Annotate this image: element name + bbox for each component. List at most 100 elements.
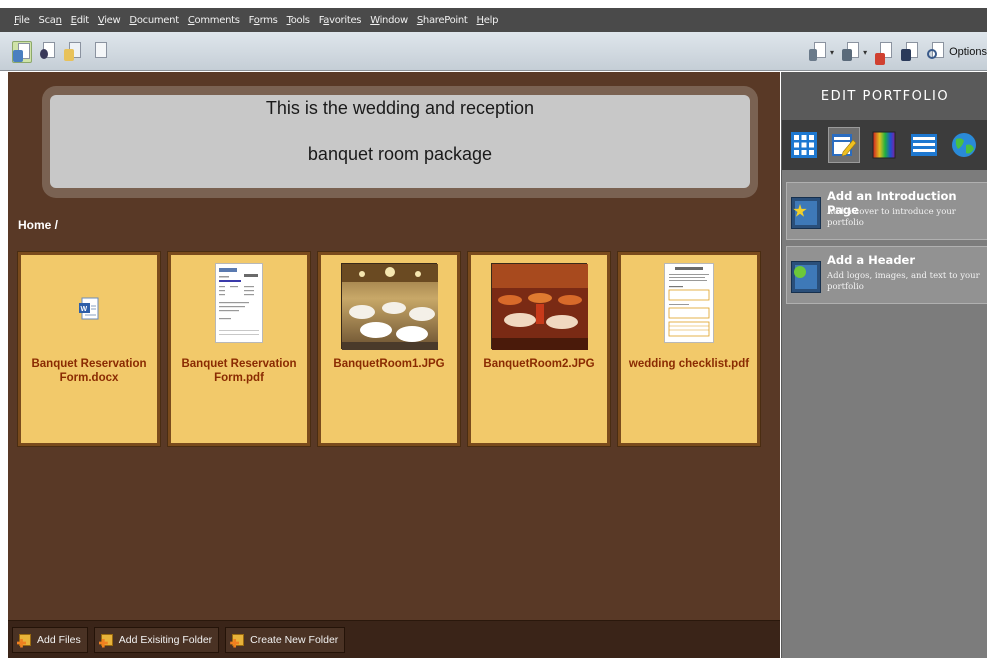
file-name: BanquetRoom2.JPG	[475, 357, 603, 371]
combine-files-icon[interactable]	[809, 41, 829, 63]
details-list-icon	[911, 134, 937, 156]
menu-tools[interactable]: Tools	[287, 15, 310, 26]
menu-forms[interactable]: Forms	[249, 15, 278, 26]
publish-tab-icon[interactable]	[948, 127, 980, 163]
file-name-line1: BanquetRoom1.JPG	[333, 358, 445, 370]
overlay-shape	[842, 49, 853, 61]
page-shape	[95, 42, 107, 58]
add-files-icon	[17, 632, 33, 648]
file-card[interactable]: W Banquet Reservation Form.docx	[17, 251, 161, 447]
checklist-pdf-preview	[664, 263, 714, 343]
intro-page-icon	[791, 197, 821, 229]
add-existing-folder-label: Add Exisiting Folder	[118, 633, 213, 646]
menu-edit[interactable]: Edit	[71, 15, 89, 26]
file-name: wedding checklist.pdf	[625, 357, 753, 371]
chevron-down-icon[interactable]: ▾	[863, 48, 867, 57]
menu-scan[interactable]: Scan	[39, 15, 62, 26]
file-name: Banquet Reservation Form.pdf	[175, 357, 303, 385]
file-name-line2: Form.docx	[59, 372, 119, 384]
print-icon[interactable]	[842, 41, 862, 63]
color-palette-icon	[872, 131, 896, 159]
menu-help[interactable]: Help	[477, 15, 499, 26]
menu-bar: File Scan Edit View Document Comments Fo…	[0, 8, 987, 32]
create-new-folder-label: Create New Folder	[250, 633, 339, 646]
green-dot-icon	[794, 266, 806, 278]
file-name-line1: Banquet Reservation	[181, 358, 297, 370]
edit-page-icon	[832, 134, 857, 157]
layouts-tab-icon[interactable]	[788, 127, 820, 163]
portfolio-content-area: This is the wedding and reception banque…	[8, 72, 780, 658]
portfolio-people-icon[interactable]	[38, 41, 58, 63]
menu-favorites[interactable]: Favorites	[319, 15, 362, 26]
breadcrumb[interactable]: Home /	[18, 218, 58, 232]
menu-view[interactable]: View	[98, 15, 121, 26]
menu-document[interactable]: Document	[129, 15, 179, 26]
grid-icon	[791, 132, 817, 158]
file-card[interactable]: BanquetRoom1.JPG	[317, 251, 461, 447]
item-title: Add a Header	[827, 253, 916, 267]
add-folder-icon	[98, 632, 115, 648]
word-document-icon: W	[79, 297, 99, 320]
search-binoculars-icon[interactable]	[901, 41, 921, 63]
overlay-shape	[64, 49, 74, 61]
globe-icon	[952, 133, 976, 157]
portfolio-pages-icon[interactable]	[64, 41, 84, 63]
overlay-shape	[40, 49, 48, 59]
create-new-folder-button[interactable]: Create New Folder	[225, 626, 346, 653]
item-description: Add logos, images, and text to your port…	[827, 271, 980, 292]
overlay-shape	[875, 53, 886, 65]
menu-sharepoint[interactable]: SharePoint	[417, 15, 468, 26]
file-card[interactable]: Banquet Reservation Form.pdf	[167, 251, 311, 447]
file-card[interactable]: BanquetRoom2.JPG	[467, 251, 611, 447]
banquet-room-photo-2-image	[492, 264, 588, 350]
pdf-form-preview-image	[219, 268, 259, 335]
panel-title: EDIT PORTFOLIO	[782, 72, 987, 120]
toolbar-right-group: ▾ ▾ Options	[809, 41, 987, 65]
file-name-line1: BanquetRoom2.JPG	[483, 358, 595, 370]
add-introduction-page-item[interactable]: Add an Introduction Page Add a cover to …	[786, 182, 987, 240]
menu-window[interactable]: Window	[370, 15, 408, 26]
pdf-form-preview	[215, 263, 263, 343]
window-left-edge	[0, 72, 8, 658]
window-top-edge	[0, 0, 987, 8]
portfolio-blank-icon[interactable]	[90, 41, 110, 63]
file-card[interactable]: wedding checklist.pdf	[617, 251, 761, 447]
bottom-action-bar: Add Files Add Exisiting Folder Create Ne…	[8, 620, 780, 658]
banner-text-line2: banquet room package	[307, 144, 493, 164]
add-files-button[interactable]: Add Files	[12, 626, 88, 653]
add-existing-folder-button[interactable]: Add Exisiting Folder	[93, 626, 220, 653]
file-name: Banquet Reservation Form.docx	[25, 357, 153, 385]
edit-portfolio-panel: EDIT PORTFOLIO Add an Introduction Page …	[781, 72, 987, 658]
panel-tabs	[782, 120, 987, 170]
banquet-room-photo-2	[491, 263, 588, 350]
toolbar: ▾ ▾ Options	[0, 32, 987, 71]
banner-text: This is the wedding and reception banque…	[266, 74, 534, 189]
file-grid: W Banquet Reservation Form.docx Banquet …	[17, 251, 761, 447]
options-view-icon[interactable]	[927, 41, 947, 63]
options-button[interactable]: Options	[949, 46, 987, 58]
color-schemes-tab-icon[interactable]	[868, 127, 900, 163]
toolbar-left-group	[12, 41, 110, 63]
menu-comments[interactable]: Comments	[188, 15, 240, 26]
overlay-shape	[901, 49, 912, 61]
chevron-down-icon[interactable]: ▾	[830, 48, 834, 57]
checklist-pdf-preview-image	[668, 267, 710, 337]
svg-text:W: W	[81, 306, 88, 313]
file-name-line1: Banquet Reservation	[31, 358, 147, 370]
item-description: Add a cover to introduce your portfolio	[827, 207, 956, 228]
add-files-label: Add Files	[37, 633, 81, 646]
portfolio-welcome-banner[interactable]: This is the wedding and reception banque…	[50, 95, 750, 188]
add-header-item[interactable]: Add a Header Add logos, images, and text…	[786, 246, 987, 304]
overlay-shape	[809, 49, 818, 61]
header-icon	[791, 261, 821, 293]
banner-text-line1: This is the wedding and reception	[265, 98, 535, 118]
menu-file[interactable]: File	[14, 15, 30, 26]
overlay-shape	[13, 50, 23, 62]
portfolio-layout-icon[interactable]	[12, 41, 32, 63]
email-pdf-icon[interactable]	[875, 41, 895, 65]
banquet-room-photo-1	[341, 263, 438, 350]
file-details-tab-icon[interactable]	[908, 127, 940, 163]
file-name-line2: Form.pdf	[214, 372, 264, 384]
file-name: BanquetRoom1.JPG	[325, 357, 453, 371]
edit-tab-icon[interactable]	[828, 127, 860, 163]
